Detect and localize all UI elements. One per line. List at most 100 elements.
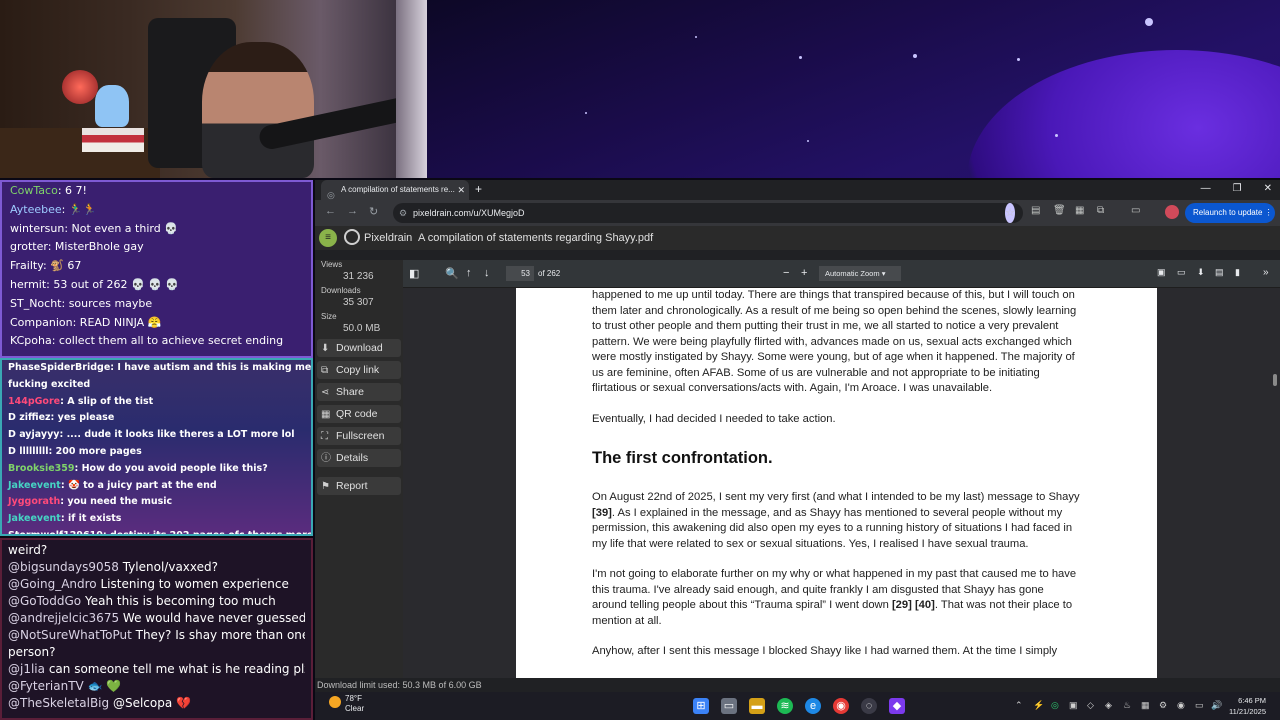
chat-username[interactable]: Jyggorath	[8, 496, 60, 507]
zoom-out-icon[interactable]: −	[783, 267, 789, 279]
chat-username[interactable]: PhaseSpiderBridge	[8, 362, 110, 373]
chat-username[interactable]: @GoToddGo	[8, 594, 81, 608]
pixeldrain-logo-icon[interactable]	[344, 229, 360, 245]
app-icon[interactable]: ◆	[889, 698, 905, 714]
scrollbar[interactable]	[1270, 288, 1280, 692]
restore-icon[interactable]: ❐	[1233, 180, 1242, 198]
chat-username[interactable]: CowTaco	[10, 184, 58, 197]
chat-username[interactable]: @j1lia	[8, 662, 45, 676]
chat-username[interactable]: Jakeevent	[8, 480, 61, 491]
info-icon: ⓘ	[321, 453, 331, 464]
chat-username[interactable]: @TheSkeletalBig	[8, 696, 109, 710]
start-icon[interactable]: ⊞	[693, 698, 709, 714]
close-tab-icon[interactable]: ✕	[457, 180, 465, 200]
address-bar[interactable]: ⚙ pixeldrain.com/u/XUMegjoD ☆	[393, 203, 1023, 223]
minimize-icon[interactable]: —	[1201, 180, 1211, 198]
presentation-icon[interactable]: ▣	[1157, 267, 1166, 278]
extension-icon[interactable]: ▤	[1031, 205, 1040, 216]
chat-username[interactable]: Brooksie359	[8, 463, 74, 474]
clock[interactable]: 6:46 PM 11/21/2025	[1229, 695, 1266, 717]
chat-username[interactable]: KCpoha	[10, 334, 52, 347]
bookmark-star-icon[interactable]: ☆	[1005, 203, 1015, 223]
tray-app-icon[interactable]: ⚙	[1159, 700, 1167, 711]
sidepanel-icon[interactable]: ▭	[1131, 205, 1140, 216]
fullscreen-button[interactable]: ⛶ Fullscreen	[317, 427, 401, 445]
tray-app-icon[interactable]: ◈	[1105, 700, 1112, 711]
extension-icon[interactable]: ▦	[1075, 205, 1084, 216]
print-icon[interactable]: ▤	[1215, 267, 1224, 278]
extension-icon[interactable]: 🗑	[1053, 205, 1066, 216]
star	[1055, 134, 1058, 137]
reload-icon[interactable]: ↻	[369, 205, 378, 218]
close-window-icon[interactable]: ✕	[1264, 180, 1272, 198]
task-view-icon[interactable]: ▭	[721, 698, 737, 714]
open-file-icon[interactable]: ▭	[1177, 267, 1186, 278]
scroll-thumb[interactable]	[1273, 374, 1277, 386]
pdf-canvas[interactable]: happened to me up until today. There are…	[403, 288, 1280, 692]
tray-app-icon[interactable]: ▣	[1069, 700, 1078, 711]
tray-app-icon[interactable]: ◇	[1087, 700, 1094, 711]
page-down-icon[interactable]: ↓	[484, 267, 490, 279]
steam-icon[interactable]: ♨	[1123, 700, 1131, 711]
zoom-select[interactable]: Automatic Zoom ▾	[819, 266, 901, 281]
zoom-in-icon[interactable]: +	[801, 267, 807, 279]
share-button[interactable]: ⋖ Share	[317, 383, 401, 401]
page-number-input[interactable]: 53	[506, 266, 534, 281]
reference-link[interactable]: [29] [40]	[892, 599, 935, 611]
chat-username[interactable]: grotter	[10, 240, 48, 253]
menu-icon[interactable]: ≡	[319, 229, 337, 247]
sidebar-toggle-icon[interactable]: ◧	[409, 267, 419, 280]
obs-icon[interactable]: ◌	[861, 698, 877, 714]
tray-app-icon[interactable]: ⚡	[1033, 700, 1044, 711]
chrome-icon[interactable]: ◉	[833, 698, 849, 714]
tools-chevron-icon[interactable]: »	[1263, 267, 1269, 278]
page-up-icon[interactable]: ↑	[466, 267, 472, 279]
tray-app-icon[interactable]: ◉	[1177, 700, 1185, 711]
chat-username[interactable]: Companion	[10, 316, 73, 329]
chat-username[interactable]: D ziffiez	[8, 412, 51, 423]
chat-username[interactable]: @Going_Andro	[8, 577, 97, 591]
tray-app-icon[interactable]: ▦	[1141, 700, 1150, 711]
chat-username[interactable]: hermit	[10, 278, 46, 291]
search-icon[interactable]: 🔍	[445, 267, 459, 280]
chat-username[interactable]: D ayjayyy	[8, 429, 59, 440]
new-tab-icon[interactable]: +	[475, 180, 482, 198]
back-icon[interactable]: ←	[325, 205, 336, 217]
chat-username[interactable]: @NotSureWhatToPut	[8, 628, 132, 642]
relaunch-button[interactable]: Relaunch to update ⋮	[1185, 203, 1275, 223]
tray-app-icon[interactable]: ◎	[1051, 700, 1059, 711]
chat-username[interactable]: Stormwolf129610	[8, 530, 103, 534]
chat-username[interactable]: Frailty	[10, 259, 43, 272]
chat-username[interactable]: D lllllllll	[8, 446, 49, 457]
chat-username[interactable]: ST_Nocht	[10, 297, 62, 310]
download-pdf-icon[interactable]: ⬇	[1197, 267, 1205, 278]
chat-username[interactable]: Jakeevent	[8, 513, 61, 524]
file-explorer-icon[interactable]: ▬	[749, 698, 765, 714]
chat-username[interactable]: @FyterianTV	[8, 679, 84, 693]
download-button[interactable]: ⬇ Download	[317, 339, 401, 357]
forward-icon[interactable]: →	[347, 205, 358, 217]
network-icon[interactable]: ▭	[1195, 700, 1204, 711]
spotify-icon[interactable]: ≋	[777, 698, 793, 714]
brand-name[interactable]: Pixeldrain	[364, 226, 412, 250]
chat-username[interactable]: wintersun	[10, 222, 64, 235]
puzzle-icon[interactable]: ⧉	[1097, 205, 1104, 216]
bookmark-icon[interactable]: ▮	[1235, 267, 1240, 278]
site-info-icon[interactable]: ⚙	[399, 203, 407, 223]
volume-icon[interactable]: 🔊	[1211, 700, 1222, 711]
profile-avatar[interactable]	[1165, 205, 1179, 219]
chat-username[interactable]: 144pGore	[8, 396, 60, 407]
chat-username[interactable]: @andrejjelcic3675	[8, 611, 119, 625]
edge-icon[interactable]: e	[805, 698, 821, 714]
browser-tab[interactable]: ◎ A compilation of statements re... ✕	[321, 180, 469, 200]
tray-chevron-icon[interactable]: ⌃	[1015, 700, 1023, 711]
copy-link-button[interactable]: ⧉ Copy link	[317, 361, 401, 379]
qr-code-button[interactable]: ▦ QR code	[317, 405, 401, 423]
details-button[interactable]: ⓘ Details	[317, 449, 401, 467]
chat-message: @NotSureWhatToPut They? Is shay more tha…	[8, 627, 305, 644]
weather-widget[interactable]: 78°F Clear	[329, 694, 364, 714]
report-button[interactable]: ⚑ Report	[317, 477, 401, 495]
chat-username[interactable]: Ayteebee	[10, 203, 62, 216]
chat-username[interactable]: @bigsundays9058	[8, 560, 119, 574]
reference-link[interactable]: [39]	[592, 507, 612, 519]
